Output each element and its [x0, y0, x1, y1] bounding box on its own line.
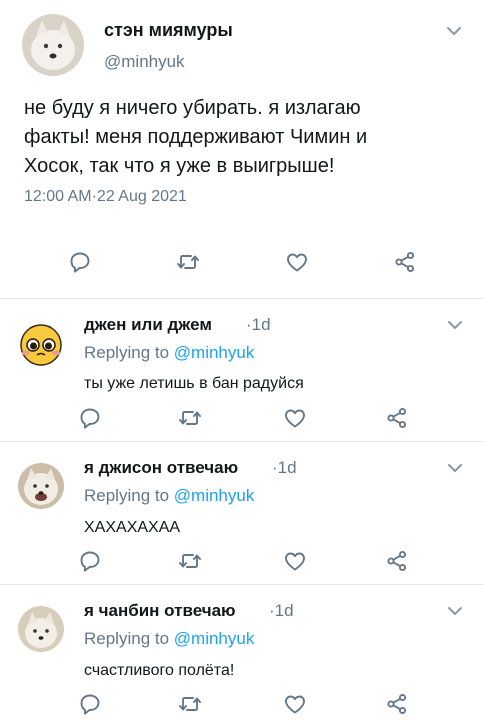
avatar[interactable] [22, 14, 84, 76]
reply-icon[interactable] [78, 406, 102, 430]
replying-to-label: Replying to [84, 629, 174, 648]
reply-text: счастливого полёта! [84, 662, 235, 679]
reply-icon[interactable] [68, 250, 92, 274]
user-handle[interactable]: @minhyuk [104, 52, 185, 72]
reply-time[interactable]: ·1d [272, 458, 297, 478]
avatar[interactable] [18, 606, 64, 652]
share-icon[interactable] [385, 406, 409, 430]
reply-tweet: я джисон отвечаю ·1d Replying to @minhyu… [0, 441, 484, 585]
like-icon[interactable] [283, 549, 307, 573]
retweet-icon[interactable] [178, 549, 202, 573]
like-icon[interactable] [285, 250, 309, 274]
share-icon[interactable] [393, 250, 417, 274]
display-name[interactable]: я чанбин отвечаю [84, 601, 236, 621]
display-name[interactable]: джен или джем [84, 315, 212, 335]
chevron-down-icon[interactable] [447, 463, 463, 473]
replying-to: Replying to @minhyuk [84, 486, 254, 506]
avatar[interactable] [18, 321, 64, 367]
chevron-down-icon[interactable] [447, 320, 463, 330]
replying-to-label: Replying to [84, 343, 174, 362]
replying-to-label: Replying to [84, 486, 174, 505]
reply-icon[interactable] [78, 692, 102, 716]
retweet-icon[interactable] [178, 406, 202, 430]
tweet-text: не буду я ничего убирать. я излагаю факт… [24, 97, 368, 177]
main-tweet: стэн миямуры @minhyuk не буду я ничего у… [0, 0, 484, 299]
retweet-icon[interactable] [178, 692, 202, 716]
reply-tweet: джен или джем ·1d Replying to @minhyuk т… [0, 298, 484, 442]
reply-time[interactable]: ·1d [269, 601, 294, 621]
reply-icon[interactable] [78, 549, 102, 573]
share-icon[interactable] [385, 692, 409, 716]
display-name[interactable]: стэн миямуры [104, 20, 233, 41]
reply-text: ХАХАХАХАА [84, 519, 181, 536]
replying-to-handle[interactable]: @minhyuk [174, 343, 255, 362]
replying-to-handle[interactable]: @minhyuk [174, 629, 255, 648]
chevron-down-icon[interactable] [447, 606, 463, 616]
reply-text: ты уже летишь в бан радуйся [84, 375, 304, 392]
share-icon[interactable] [385, 549, 409, 573]
retweet-icon[interactable] [176, 250, 200, 274]
reply-tweet: я чанбин отвечаю ·1d Replying to @minhyu… [0, 584, 484, 720]
like-icon[interactable] [283, 692, 307, 716]
avatar[interactable] [18, 463, 64, 509]
replying-to: Replying to @minhyuk [84, 343, 254, 363]
replying-to: Replying to @minhyuk [84, 629, 254, 649]
like-icon[interactable] [283, 406, 307, 430]
chevron-down-icon[interactable] [446, 26, 462, 36]
replying-to-handle[interactable]: @minhyuk [174, 486, 255, 505]
display-name[interactable]: я джисон отвечаю [84, 458, 238, 478]
tweet-timestamp[interactable]: 12:00 AM·22 Aug 2021 [24, 188, 187, 206]
reply-time[interactable]: ·1d [246, 315, 271, 335]
